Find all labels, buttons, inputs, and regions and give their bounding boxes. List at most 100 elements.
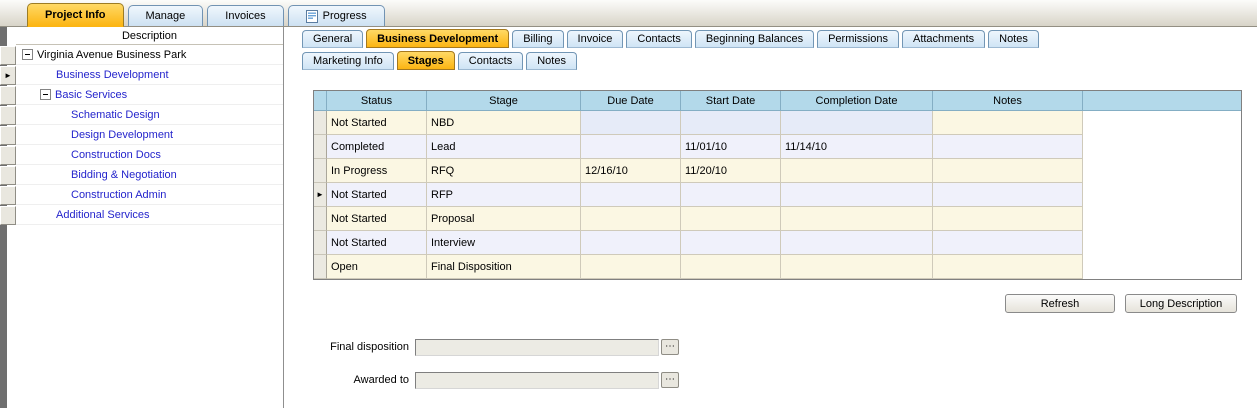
cell-stage[interactable]: RFP <box>427 183 581 207</box>
row-selector-current[interactable]: ► <box>314 183 327 207</box>
row-selector[interactable] <box>314 207 327 231</box>
tab-project-info[interactable]: Project Info <box>27 3 124 27</box>
cell-start-date[interactable] <box>681 231 781 255</box>
collapse-icon[interactable] <box>22 49 33 60</box>
cell-stage[interactable]: Final Disposition <box>427 255 581 279</box>
cell-status[interactable]: Open <box>327 255 427 279</box>
cell-due-date[interactable] <box>581 183 681 207</box>
tree-item-design-development[interactable]: Design Development <box>16 125 283 145</box>
cell-completion-date[interactable] <box>781 159 933 183</box>
final-disposition-browse-button[interactable]: ⋯ <box>661 339 679 355</box>
tab-general[interactable]: General <box>302 30 363 48</box>
row-selector[interactable] <box>314 231 327 255</box>
tab-sub-notes-label: Notes <box>537 55 566 67</box>
tab-progress[interactable]: Progress <box>288 5 385 26</box>
cell-stage[interactable]: Interview <box>427 231 581 255</box>
cell-start-date[interactable] <box>681 255 781 279</box>
tab-billing[interactable]: Billing <box>512 30 563 48</box>
cell-due-date[interactable] <box>581 231 681 255</box>
cell-completion-date[interactable] <box>781 207 933 231</box>
tree-item-schematic-design[interactable]: Schematic Design <box>16 105 283 125</box>
cell-start-date[interactable]: 11/20/10 <box>681 159 781 183</box>
cell-notes[interactable] <box>933 255 1083 279</box>
tree-item-label: Construction Admin <box>71 189 166 201</box>
tree-item-construction-admin[interactable]: Construction Admin <box>16 185 283 205</box>
tab-business-development[interactable]: Business Development <box>366 29 509 48</box>
cell-completion-date[interactable]: 11/14/10 <box>781 135 933 159</box>
awarded-to-field[interactable] <box>415 372 659 389</box>
tree-item-construction-docs[interactable]: Construction Docs <box>16 145 283 165</box>
final-disposition-field[interactable] <box>415 339 659 356</box>
cell-status[interactable]: In Progress <box>327 159 427 183</box>
cell-notes[interactable] <box>933 231 1083 255</box>
cell-notes[interactable] <box>933 159 1083 183</box>
cell-due-date[interactable] <box>581 135 681 159</box>
tree-row-selector-current[interactable]: ► <box>0 66 16 85</box>
cell-completion-date[interactable] <box>781 111 933 135</box>
tree-row-selector[interactable] <box>0 46 16 65</box>
awarded-to-browse-button[interactable]: ⋯ <box>661 372 679 388</box>
cell-status[interactable]: Not Started <box>327 183 427 207</box>
cell-status[interactable]: Not Started <box>327 111 427 135</box>
tab-invoice[interactable]: Invoice <box>567 30 624 48</box>
tree-item-project[interactable]: Virginia Avenue Business Park <box>16 45 283 65</box>
refresh-button[interactable]: Refresh <box>1005 294 1115 313</box>
cell-stage[interactable]: RFQ <box>427 159 581 183</box>
cell-status[interactable]: Not Started <box>327 207 427 231</box>
tab-sub-contacts[interactable]: Contacts <box>458 52 523 70</box>
current-row-arrow-icon: ► <box>4 72 12 80</box>
tab-permissions[interactable]: Permissions <box>817 30 899 48</box>
cell-notes[interactable] <box>933 111 1083 135</box>
tree-row-selector[interactable] <box>0 106 16 125</box>
cell-due-date[interactable] <box>581 111 681 135</box>
cell-due-date[interactable] <box>581 207 681 231</box>
cell-start-date[interactable] <box>681 207 781 231</box>
tab-sub-notes[interactable]: Notes <box>526 52 577 70</box>
tree-row-selector[interactable] <box>0 206 16 225</box>
tab-stages[interactable]: Stages <box>397 51 455 70</box>
tree-item-basic-services[interactable]: Basic Services <box>16 85 283 105</box>
cell-due-date[interactable] <box>581 255 681 279</box>
row-selector[interactable] <box>314 255 327 279</box>
tab-notes[interactable]: Notes <box>988 30 1039 48</box>
cell-status[interactable]: Completed <box>327 135 427 159</box>
tab-invoices-label: Invoices <box>225 10 265 22</box>
tree-row-selector[interactable] <box>0 166 16 185</box>
tab-progress-label: Progress <box>323 10 367 22</box>
cell-start-date[interactable]: 11/01/10 <box>681 135 781 159</box>
cell-start-date[interactable] <box>681 183 781 207</box>
cell-stage[interactable]: Proposal <box>427 207 581 231</box>
column-header-status: Status <box>327 91 427 111</box>
cell-notes[interactable] <box>933 207 1083 231</box>
tree-row-selector[interactable] <box>0 86 16 105</box>
cell-notes[interactable] <box>933 183 1083 207</box>
row-selector[interactable] <box>314 159 327 183</box>
cell-completion-date[interactable] <box>781 231 933 255</box>
cell-stage[interactable]: Lead <box>427 135 581 159</box>
tab-manage[interactable]: Manage <box>128 5 204 26</box>
cell-stage[interactable]: NBD <box>427 111 581 135</box>
long-description-button-label: Long Description <box>1140 298 1223 310</box>
tree-item-additional-services[interactable]: Additional Services <box>16 205 283 225</box>
cell-completion-date[interactable] <box>781 183 933 207</box>
collapse-icon[interactable] <box>40 89 51 100</box>
cell-status[interactable]: Not Started <box>327 231 427 255</box>
cell-notes[interactable] <box>933 135 1083 159</box>
row-selector[interactable] <box>314 135 327 159</box>
tree-item-business-development[interactable]: Business Development <box>16 65 283 85</box>
tree-row-selector[interactable] <box>0 126 16 145</box>
tree-row-selector[interactable] <box>0 146 16 165</box>
tab-attachments[interactable]: Attachments <box>902 30 985 48</box>
tab-beginning-balances[interactable]: Beginning Balances <box>695 30 814 48</box>
row-selector[interactable] <box>314 111 327 135</box>
final-disposition-label: Final disposition <box>297 341 409 353</box>
tab-invoices[interactable]: Invoices <box>207 5 283 26</box>
long-description-button[interactable]: Long Description <box>1125 294 1237 313</box>
tree-item-bidding-negotiation[interactable]: Bidding & Negotiation <box>16 165 283 185</box>
tab-marketing-info[interactable]: Marketing Info <box>302 52 394 70</box>
cell-due-date[interactable]: 12/16/10 <box>581 159 681 183</box>
tab-contacts[interactable]: Contacts <box>626 30 691 48</box>
cell-completion-date[interactable] <box>781 255 933 279</box>
cell-start-date[interactable] <box>681 111 781 135</box>
tree-row-selector[interactable] <box>0 186 16 205</box>
